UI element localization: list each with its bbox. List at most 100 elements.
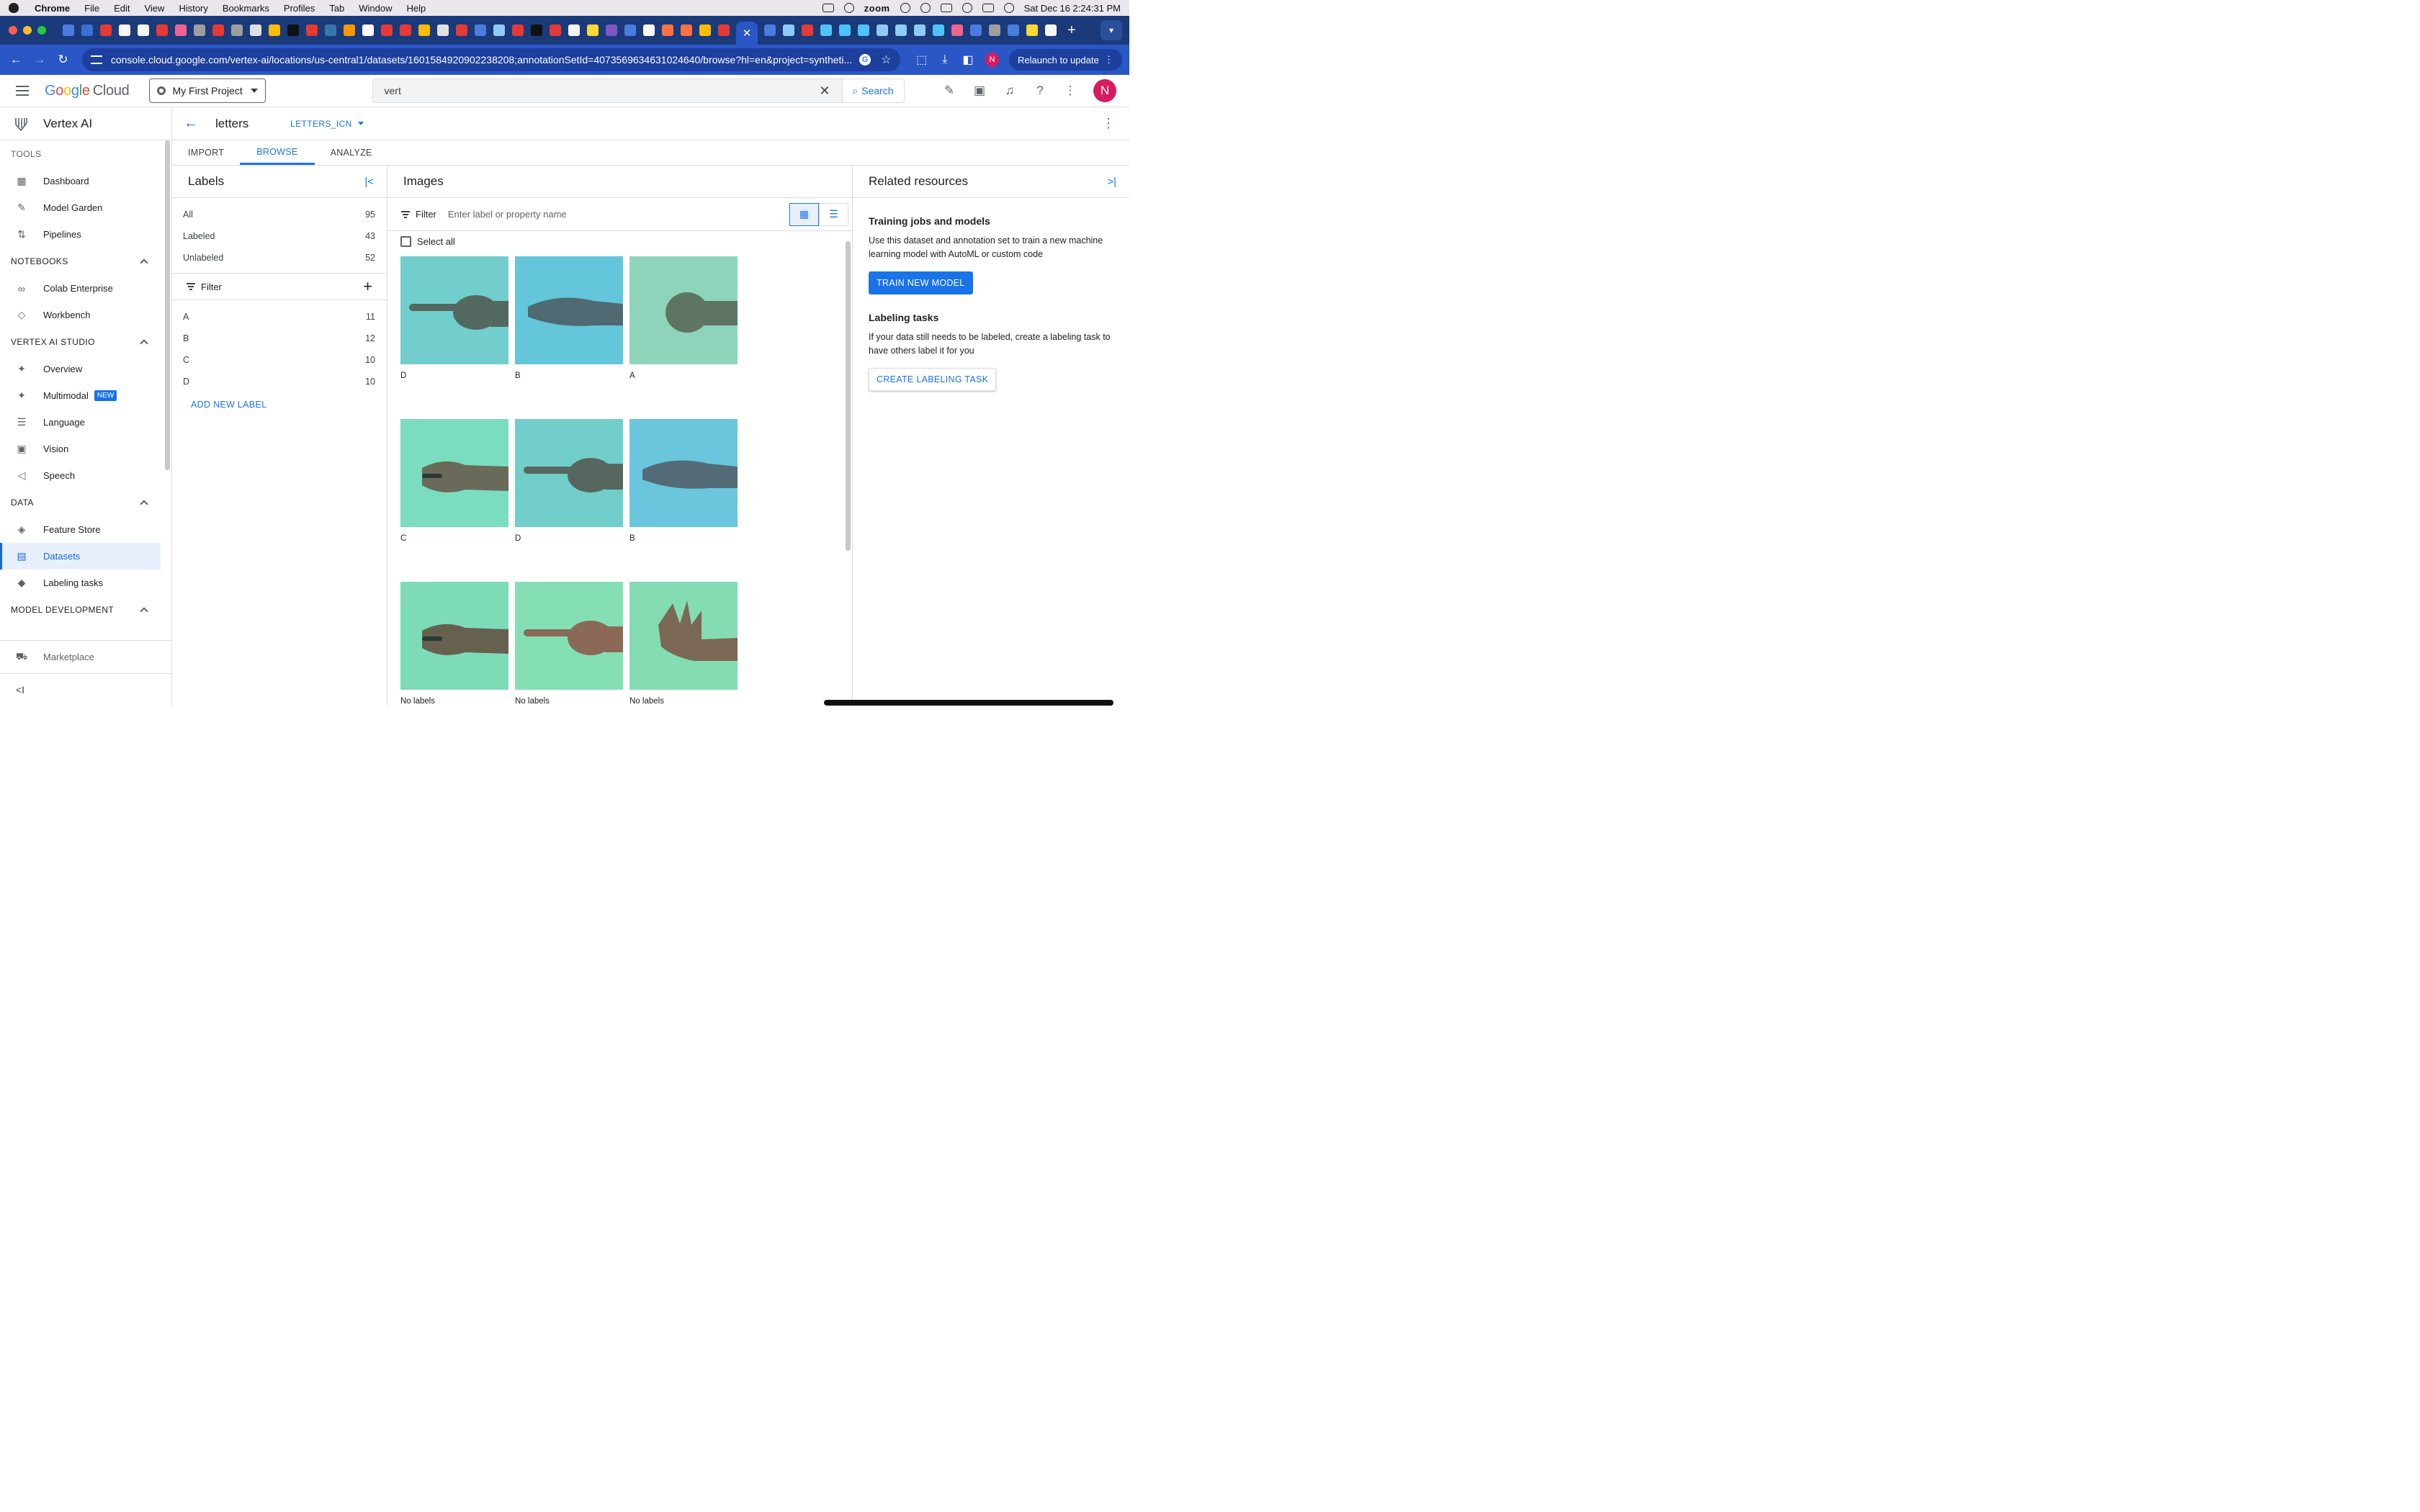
sidebar-item-vision[interactable]: ▣ Vision xyxy=(0,436,161,462)
tab-favicon[interactable] xyxy=(418,24,430,36)
new-tab-button[interactable]: + xyxy=(1067,22,1076,39)
image-card[interactable]: C xyxy=(400,419,508,582)
search-button[interactable]: ⌕ Search xyxy=(841,78,905,103)
image-card[interactable]: B xyxy=(629,419,738,582)
tab-favicon[interactable] xyxy=(175,24,187,36)
menu-bookmarks[interactable]: Bookmarks xyxy=(223,3,269,14)
sidebar-item-labeling-tasks[interactable]: ◆ Labeling tasks xyxy=(0,570,161,596)
clear-search-icon[interactable]: ✕ xyxy=(819,84,830,99)
close-window-button[interactable] xyxy=(9,26,17,35)
hand-image-thumbnail[interactable] xyxy=(515,256,623,364)
image-card[interactable]: No labels xyxy=(515,582,623,706)
tab-favicon[interactable] xyxy=(1045,24,1057,36)
tab-favicon[interactable] xyxy=(475,24,486,36)
apple-icon[interactable] xyxy=(9,3,19,13)
tab-favicon[interactable] xyxy=(550,24,561,36)
tab-favicon[interactable] xyxy=(512,24,524,36)
section-model-development[interactable]: MODEL DEVELOPMENT xyxy=(0,596,171,624)
tab-import[interactable]: IMPORT xyxy=(172,140,240,165)
reload-icon[interactable]: ↻ xyxy=(54,50,72,69)
image-card[interactable]: No labels xyxy=(629,582,738,706)
tab-favicon[interactable] xyxy=(858,24,869,36)
extensions-icon[interactable]: ⬚ xyxy=(910,53,933,67)
tab-favicon[interactable] xyxy=(156,24,168,36)
train-new-model-button[interactable]: TRAIN NEW MODEL xyxy=(869,271,973,294)
tab-favicon[interactable] xyxy=(587,24,599,36)
more-vert-icon[interactable]: ⋮ xyxy=(1063,84,1077,98)
search-query[interactable]: vert xyxy=(385,85,401,96)
sidebar-item-language[interactable]: ☰ Language xyxy=(0,409,161,436)
tab-search-chevron-icon[interactable]: ▾ xyxy=(1101,20,1122,40)
battery-icon[interactable] xyxy=(940,4,952,12)
tab-favicon[interactable] xyxy=(362,24,374,36)
label-filter-unlabeled[interactable]: Unlabeled 52 xyxy=(172,247,387,269)
sidebar-item-feature-store[interactable]: ◈ Feature Store xyxy=(0,516,161,543)
cloud-shell-icon[interactable]: ▣ xyxy=(972,84,987,98)
menu-history[interactable]: History xyxy=(179,3,207,14)
sidebar-item-overview[interactable]: ✦ Overview xyxy=(0,356,161,382)
label-row-c[interactable]: C 10 xyxy=(172,349,387,371)
filter-input[interactable]: Enter label or property name xyxy=(448,209,567,220)
tab-favicon[interactable] xyxy=(493,24,505,36)
tab-favicon[interactable] xyxy=(895,24,907,36)
tab-favicon[interactable] xyxy=(400,24,411,36)
menubar-clock[interactable]: Sat Dec 16 2:24:31 PM xyxy=(1024,3,1121,14)
collapse-right-icon[interactable]: >| xyxy=(1107,176,1116,188)
sidebar-item-multimodal[interactable]: ✦ Multimodal NEW xyxy=(0,382,161,409)
section-data[interactable]: DATA xyxy=(0,489,171,516)
tab-favicon[interactable] xyxy=(914,24,926,36)
minimize-window-button[interactable] xyxy=(23,26,32,35)
google-cloud-logo[interactable]: Google Cloud xyxy=(45,83,130,99)
profile-avatar[interactable]: N xyxy=(985,53,999,67)
tab-favicon[interactable] xyxy=(662,24,673,36)
moon-icon[interactable] xyxy=(900,3,910,13)
menu-app-name[interactable]: Chrome xyxy=(35,3,70,14)
tab-favicon[interactable] xyxy=(624,24,636,36)
tab-favicon[interactable] xyxy=(933,24,944,36)
display-icon[interactable] xyxy=(822,4,834,12)
tab-favicon[interactable] xyxy=(820,24,832,36)
gemini-chat-icon[interactable]: ✎ xyxy=(942,84,956,98)
section-vertex-ai-studio[interactable]: VERTEX AI STUDIO xyxy=(0,328,171,356)
tab-favicon[interactable] xyxy=(287,24,299,36)
tab-favicon[interactable] xyxy=(643,24,655,36)
image-card[interactable]: No labels xyxy=(400,582,508,706)
tab-favicon[interactable] xyxy=(194,24,205,36)
hand-image-thumbnail[interactable] xyxy=(400,582,508,690)
select-all-checkbox[interactable] xyxy=(400,235,411,247)
forward-icon[interactable]: → xyxy=(31,50,49,69)
images-scrollbar[interactable] xyxy=(846,241,851,551)
tab-favicon[interactable] xyxy=(306,24,318,36)
label-row-b[interactable]: B 12 xyxy=(172,328,387,349)
tab-favicon[interactable] xyxy=(681,24,692,36)
google-lens-icon[interactable]: G xyxy=(859,54,871,66)
tab-favicon[interactable] xyxy=(456,24,467,36)
sidebar-item-workbench[interactable]: ◇ Workbench xyxy=(0,302,161,328)
tab-favicon[interactable] xyxy=(764,24,776,36)
sidebar-item-datasets[interactable]: ▤ Datasets xyxy=(0,543,161,570)
sidebar-item-colab-enterprise[interactable]: ∞ Colab Enterprise xyxy=(0,275,161,302)
menu-window[interactable]: Window xyxy=(359,3,392,14)
hand-image-thumbnail[interactable] xyxy=(400,419,508,527)
tab-favicon[interactable] xyxy=(381,24,393,36)
account-avatar[interactable]: N xyxy=(1093,79,1116,102)
hand-image-thumbnail[interactable] xyxy=(515,419,623,527)
menu-edit[interactable]: Edit xyxy=(114,3,130,14)
tab-favicon[interactable] xyxy=(877,24,888,36)
tab-favicon[interactable] xyxy=(951,24,963,36)
menu-file[interactable]: File xyxy=(84,3,99,14)
control-center-icon[interactable] xyxy=(982,4,994,12)
annotation-set-dropdown[interactable]: LETTERS_ICN xyxy=(290,119,364,129)
hand-image-thumbnail[interactable] xyxy=(629,256,738,364)
tab-favicon[interactable] xyxy=(325,24,336,36)
tab-favicon[interactable] xyxy=(1008,24,1019,36)
back-icon[interactable]: ← xyxy=(7,50,25,69)
hand-image-thumbnail[interactable] xyxy=(515,582,623,690)
active-tab[interactable]: ✕ xyxy=(736,22,758,45)
tab-favicon[interactable] xyxy=(783,24,794,36)
address-bar[interactable]: console.cloud.google.com/vertex-ai/locat… xyxy=(81,48,900,71)
spotlight-search-icon[interactable] xyxy=(962,3,972,13)
help-icon[interactable]: ? xyxy=(1033,84,1047,98)
tab-browse[interactable]: BROWSE xyxy=(240,140,315,165)
menu-help[interactable]: Help xyxy=(407,3,426,14)
